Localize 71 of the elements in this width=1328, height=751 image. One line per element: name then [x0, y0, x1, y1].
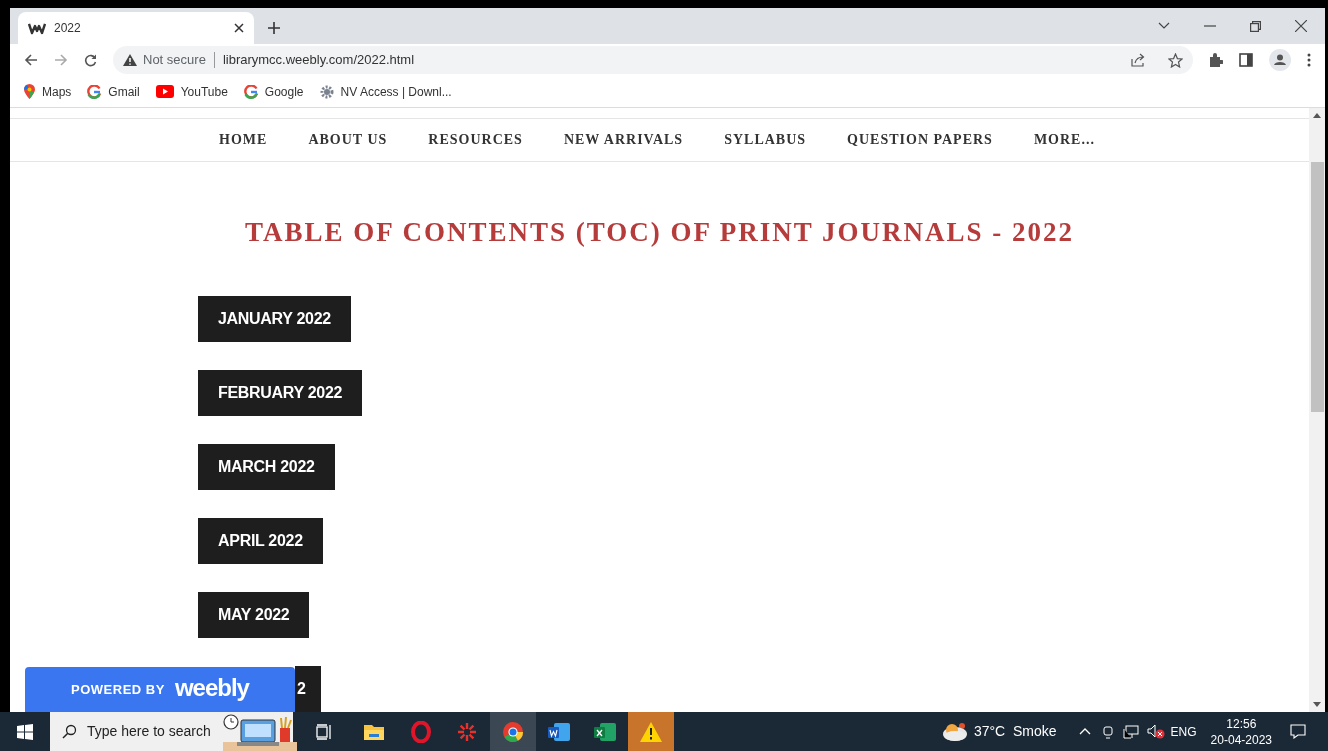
page-heading: TABLE OF CONTENTS (TOC) OF PRINT JOURNALS - 2022 — [243, 215, 1076, 249]
back-arrow-icon[interactable] — [24, 54, 38, 66]
month-button[interactable]: 2 — [295, 666, 321, 712]
warning-icon — [123, 54, 137, 66]
bookmark-link[interactable]: Gmail — [108, 82, 140, 101]
browser-tab[interactable]: 2022 — [18, 12, 254, 44]
meet-now-icon[interactable] — [1102, 724, 1113, 739]
windows-start-icon[interactable] — [17, 723, 33, 740]
search-placeholder: Type here to search — [87, 722, 211, 741]
nav-link[interactable]: ABOUT US — [308, 129, 388, 150]
scrollbar[interactable] — [1309, 108, 1325, 712]
scroll-down-icon[interactable] — [1313, 702, 1321, 707]
starburst-icon[interactable] — [457, 721, 477, 742]
search-icon — [62, 724, 77, 739]
powered-by-text: POWERED BY — [71, 680, 165, 699]
brand-wordmark: weebly — [174, 675, 249, 700]
map-pin-icon — [24, 84, 35, 99]
restore-icon[interactable] — [1250, 20, 1261, 32]
menu-icon[interactable] — [1307, 53, 1311, 67]
nav-link[interactable]: NEW ARRIVALS — [563, 129, 684, 150]
nav-link[interactable]: MORE... — [1033, 129, 1095, 150]
nav-link[interactable]: QUESTION PAPERS — [847, 129, 993, 150]
play-button-icon — [155, 85, 174, 98]
network-icon[interactable] — [1122, 724, 1139, 739]
profile-icon[interactable] — [1269, 49, 1291, 71]
share-icon[interactable] — [1131, 53, 1146, 67]
month-button[interactable]: APRIL 2022 — [198, 518, 323, 564]
notification-icon[interactable] — [1290, 724, 1306, 739]
address-bar[interactable]: Not secure librarymcc.weebly.com/2022.html — [113, 46, 1193, 74]
muted-speaker-icon[interactable] — [1146, 724, 1165, 739]
cloudy-weather-icon[interactable] — [941, 721, 968, 742]
excel-icon[interactable] — [594, 722, 616, 741]
folder-icon[interactable] — [363, 723, 384, 740]
month-button[interactable]: FEBRUARY 2022 — [198, 370, 363, 416]
powered-by-badge[interactable]: POWERED BY weebly — [25, 667, 295, 712]
bookmark-link[interactable]: Google — [264, 82, 304, 101]
chrome-icon[interactable] — [502, 720, 524, 743]
side-panel-icon[interactable] — [1239, 53, 1253, 67]
bookmark-link[interactable]: YouTube — [180, 82, 228, 101]
new-tab-icon[interactable] — [268, 22, 280, 34]
warning-icon[interactable] — [640, 721, 662, 742]
security-label: Not secure — [143, 51, 206, 70]
month-button[interactable]: MARCH 2022 — [198, 444, 335, 490]
g-logo-icon — [87, 84, 102, 99]
ring-icon[interactable] — [411, 720, 431, 743]
month-button[interactable]: JANUARY 2022 — [198, 296, 351, 342]
tab-title: 2022 — [54, 20, 82, 37]
reload-icon[interactable] — [84, 53, 97, 67]
scroll-up-icon[interactable] — [1313, 113, 1321, 118]
close-icon[interactable] — [234, 23, 244, 33]
star-icon[interactable] — [1168, 52, 1183, 68]
bookmark-link[interactable]: NV Access | Downl... — [340, 82, 452, 101]
chevron-down-icon[interactable] — [1158, 22, 1170, 30]
puzzle-icon[interactable] — [1209, 53, 1223, 67]
desk-illustration-icon — [223, 714, 297, 751]
clock[interactable]: 12:56 20-04-2023 — [1210, 715, 1272, 748]
bookmark-link[interactable]: Maps — [42, 82, 72, 101]
nav-link[interactable]: HOME — [219, 129, 268, 150]
task-view-icon[interactable] — [316, 723, 332, 740]
nav-link[interactable]: RESOURCES — [428, 129, 523, 150]
close-icon[interactable] — [1295, 20, 1307, 32]
g-logo-icon — [243, 84, 258, 99]
word-icon[interactable] — [548, 722, 570, 741]
w-logo-icon — [28, 21, 46, 35]
gear-icon — [319, 84, 334, 99]
nav-link[interactable]: SYLLABUS — [724, 129, 807, 150]
chevron-up-icon[interactable] — [1078, 728, 1091, 735]
weather-text[interactable]: 37°C Smoke — [973, 721, 1057, 742]
month-button[interactable]: MAY 2022 — [198, 592, 310, 638]
language-indicator[interactable]: ENG — [1170, 722, 1197, 741]
url-text: librarymcc.weebly.com/2022.html — [222, 51, 416, 70]
